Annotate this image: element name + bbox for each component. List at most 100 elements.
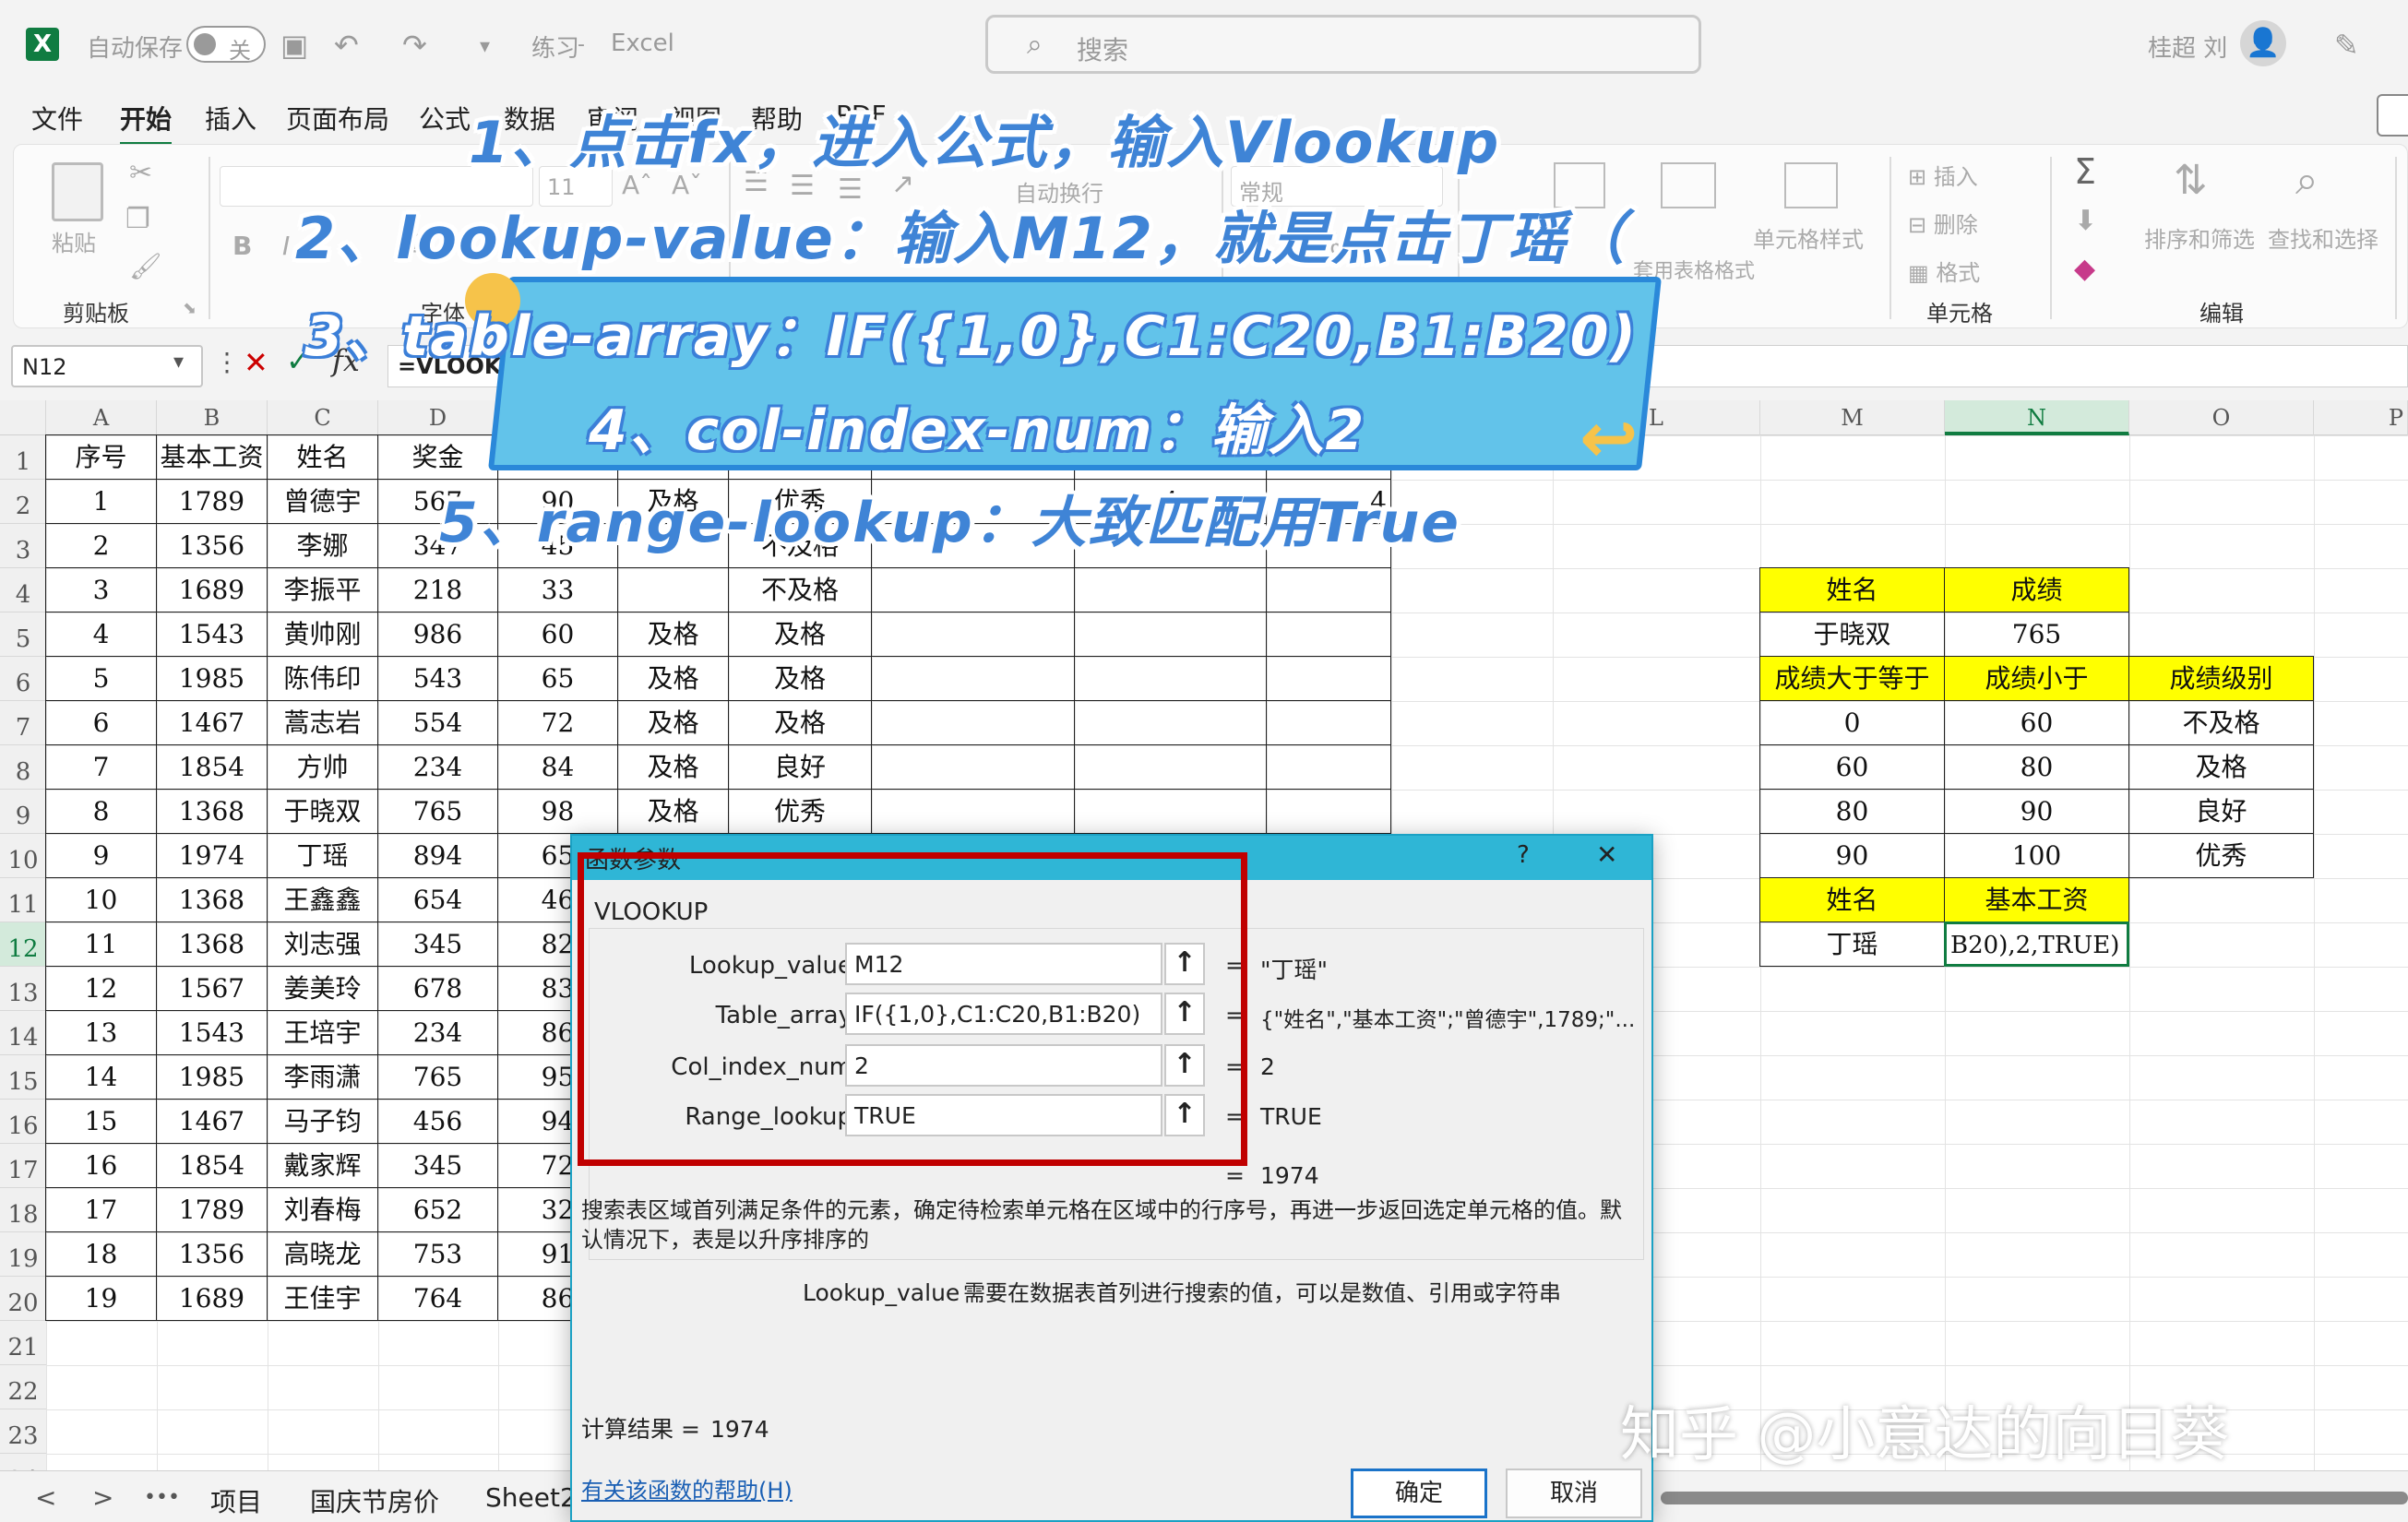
table-cell[interactable]: 456: [377, 1099, 498, 1144]
table-cell[interactable]: 及格: [617, 700, 729, 745]
table-cell[interactable]: 高晓龙: [267, 1231, 378, 1277]
table-cell[interactable]: 王佳宇: [267, 1276, 378, 1321]
lookup-header-salary[interactable]: 基本工资: [1944, 877, 2129, 922]
table-cell[interactable]: 曾德宇: [267, 479, 378, 524]
grade-cell[interactable]: 及格: [2128, 744, 2314, 790]
cell-style-button[interactable]: 单元格样式: [1753, 221, 1864, 254]
grade-header[interactable]: 成绩小于: [1944, 656, 2129, 701]
table-cell[interactable]: 72: [497, 700, 618, 745]
table-cell[interactable]: 5: [45, 656, 157, 701]
table-cell[interactable]: 1854: [156, 1143, 268, 1188]
table-cell[interactable]: 1356: [156, 523, 268, 568]
italic-button[interactable]: I: [282, 231, 290, 261]
table-cell[interactable]: 陈伟印: [267, 656, 378, 701]
sheet-tab-project[interactable]: 项目: [210, 1482, 262, 1519]
table-format-icon[interactable]: [1661, 162, 1716, 208]
table-cell[interactable]: 11: [45, 922, 157, 967]
row-header-22[interactable]: 22: [0, 1365, 46, 1409]
table-cell[interactable]: [1266, 612, 1391, 657]
ok-button[interactable]: 确定: [1351, 1468, 1487, 1518]
fill-icon[interactable]: ⬇: [2074, 205, 2097, 237]
grade-cell[interactable]: 80: [1759, 789, 1945, 834]
table-cell[interactable]: 及格: [728, 612, 872, 657]
row-header-19[interactable]: 19: [0, 1232, 46, 1277]
row-header-7[interactable]: 7: [0, 701, 46, 745]
tab-home[interactable]: 开始: [120, 100, 173, 146]
row-header-2[interactable]: 2: [0, 480, 46, 524]
table-cell[interactable]: 1368: [156, 877, 268, 922]
table-cell[interactable]: 753: [377, 1231, 498, 1277]
help-icon[interactable]: ?: [1517, 841, 1530, 869]
table-cell[interactable]: 良好: [728, 744, 872, 790]
table-cell[interactable]: 13: [45, 1010, 157, 1055]
tab-insert[interactable]: 插入: [205, 100, 256, 137]
table-cell[interactable]: 1356: [156, 1231, 268, 1277]
table-cell[interactable]: 218: [377, 567, 498, 612]
table-cell[interactable]: 戴家辉: [267, 1143, 378, 1188]
table-cell[interactable]: 1567: [156, 966, 268, 1011]
table-cell[interactable]: 1789: [156, 1187, 268, 1232]
row-header-5[interactable]: 5: [0, 612, 46, 657]
tab-file[interactable]: 文件: [31, 100, 83, 137]
insert-cells-button[interactable]: ⊞ 插入: [1908, 159, 1978, 191]
cancel-button[interactable]: 取消: [1506, 1468, 1642, 1518]
table-cell[interactable]: 姜美玲: [267, 966, 378, 1011]
table-cell[interactable]: 1689: [156, 1276, 268, 1321]
paste-icon[interactable]: [52, 162, 103, 221]
table-cell[interactable]: 765: [377, 789, 498, 834]
row-header-12[interactable]: 12: [0, 922, 46, 967]
grade-cell[interactable]: 60: [1944, 700, 2129, 745]
col-header-c[interactable]: C: [268, 400, 378, 435]
table-header-cell[interactable]: 序号: [45, 434, 157, 480]
side-cell[interactable]: 765: [1944, 612, 2129, 657]
row-header-6[interactable]: 6: [0, 657, 46, 701]
table-cell[interactable]: 765: [377, 1054, 498, 1100]
format-cells-button[interactable]: ▦ 格式: [1908, 255, 1980, 287]
table-cell[interactable]: [1074, 612, 1267, 657]
table-cell[interactable]: 16: [45, 1143, 157, 1188]
clipboard-launcher-icon[interactable]: ⬊: [183, 299, 197, 318]
table-cell[interactable]: 刘春梅: [267, 1187, 378, 1232]
paste-button[interactable]: 粘贴: [52, 225, 96, 257]
table-cell[interactable]: 1543: [156, 612, 268, 657]
row-header-20[interactable]: 20: [0, 1277, 46, 1321]
table-cell[interactable]: 于晓双: [267, 789, 378, 834]
col-header-d[interactable]: D: [378, 400, 498, 435]
table-cell[interactable]: 1854: [156, 744, 268, 790]
active-cell-n12[interactable]: B20),2,TRUE): [1944, 922, 2129, 967]
table-cell[interactable]: 3: [45, 567, 157, 612]
table-cell[interactable]: 及格: [617, 656, 729, 701]
row-header-9[interactable]: 9: [0, 790, 46, 834]
grade-cell[interactable]: 优秀: [2128, 833, 2314, 878]
table-cell[interactable]: 345: [377, 1143, 498, 1188]
row-header-10[interactable]: 10: [0, 834, 46, 878]
table-cell[interactable]: 10: [45, 877, 157, 922]
table-cell[interactable]: [1266, 744, 1391, 790]
tab-scroll-left[interactable]: <: [35, 1482, 56, 1513]
more-tabs-icon[interactable]: •••: [144, 1486, 180, 1509]
table-cell[interactable]: 黄帅刚: [267, 612, 378, 657]
table-cell[interactable]: [1266, 567, 1391, 612]
table-header-cell[interactable]: 姓名: [267, 434, 378, 480]
table-cell[interactable]: 及格: [728, 700, 872, 745]
col-header-a[interactable]: A: [46, 400, 157, 435]
table-cell[interactable]: 刘志强: [267, 922, 378, 967]
table-cell[interactable]: [871, 700, 1075, 745]
function-help-link[interactable]: 有关该函数的帮助(H): [581, 1476, 793, 1505]
table-cell[interactable]: 8: [45, 789, 157, 834]
sheet-tab-sheet2[interactable]: Sheet2: [485, 1482, 577, 1513]
save-icon[interactable]: ▣: [280, 28, 308, 63]
table-cell[interactable]: 4: [45, 612, 157, 657]
table-cell[interactable]: 9: [45, 833, 157, 878]
col-header-m[interactable]: M: [1760, 400, 1945, 435]
clear-icon[interactable]: ◆: [2074, 253, 2095, 285]
bold-button[interactable]: B: [232, 231, 252, 261]
table-cell[interactable]: 丁瑶: [267, 833, 378, 878]
table-cell[interactable]: 1689: [156, 567, 268, 612]
table-cell[interactable]: 方帅: [267, 744, 378, 790]
cell-style-icon[interactable]: [1784, 162, 1838, 208]
table-cell[interactable]: [617, 567, 729, 612]
select-all[interactable]: [0, 400, 46, 435]
row-header-3[interactable]: 3: [0, 524, 46, 568]
grade-cell[interactable]: 不及格: [2128, 700, 2314, 745]
